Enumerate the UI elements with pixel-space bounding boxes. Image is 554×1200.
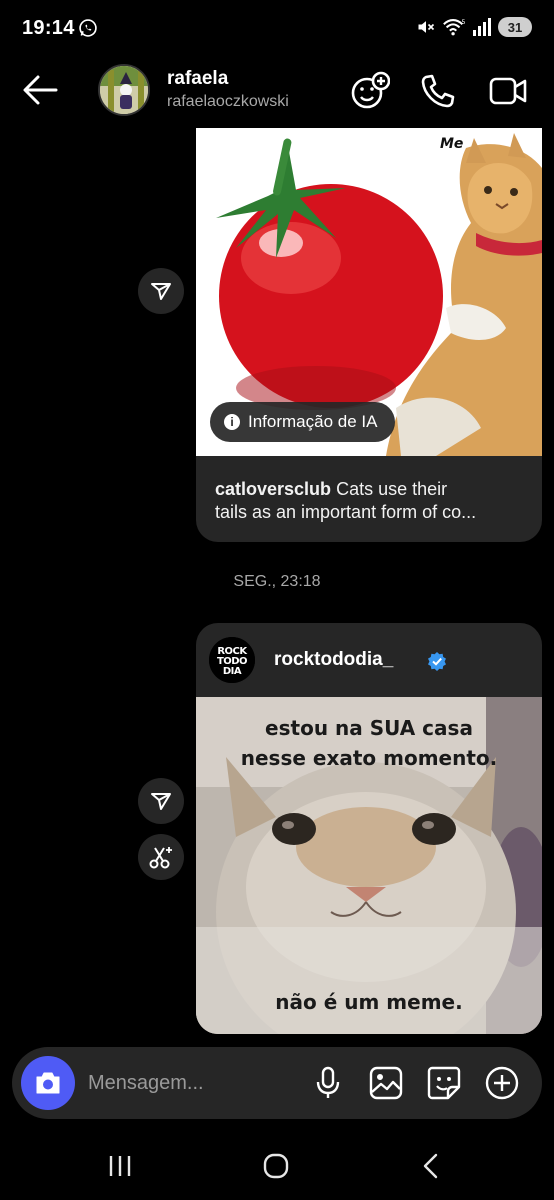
shared-post-catloversclub[interactable]: Me i Informação de IA catloversclub Cats… (196, 128, 542, 542)
share-button-2[interactable] (138, 778, 184, 824)
video-icon[interactable] (488, 71, 528, 111)
status-bar: 19:14 5 31 (0, 0, 554, 58)
avatar[interactable] (98, 64, 150, 116)
share-icon (151, 283, 171, 300)
share-button[interactable] (138, 268, 184, 314)
timestamp-divider: SEG., 23:18 (0, 573, 554, 591)
whatsapp-icon (79, 19, 97, 37)
post-header[interactable]: ROCK TODO DIA rocktododia_ (196, 623, 542, 697)
info-icon: i (224, 414, 240, 430)
image-label: Me (440, 136, 463, 152)
share-icon (151, 793, 171, 810)
status-icons: 5 31 (416, 17, 532, 37)
status-time: 19:14 (22, 17, 75, 39)
caption-username: catloversclub (215, 479, 332, 499)
post-username[interactable]: rocktododia_ (274, 649, 393, 671)
caption-text-1: Cats use their (331, 479, 448, 499)
svg-text:DIA: DIA (223, 666, 242, 677)
cut-icon (149, 847, 172, 869)
wifi-icon: 5 (443, 18, 465, 36)
back-nav-icon[interactable] (412, 1150, 452, 1182)
contact-handle[interactable]: rafaelaoczkowski (167, 93, 289, 111)
sticker-plus-icon[interactable] (350, 71, 390, 111)
meme-top-line-1: estou na SUA casa (265, 716, 473, 740)
meme-image[interactable]: estou na SUA casa nesse exato momento. n… (196, 697, 542, 1034)
battery-indicator: 31 (498, 17, 532, 37)
camera-button[interactable] (21, 1056, 75, 1110)
back-arrow-icon[interactable] (20, 72, 60, 108)
verified-badge-icon (428, 652, 446, 671)
message-composer (12, 1047, 542, 1119)
meme-top-line-2: nesse exato momento. (240, 746, 498, 770)
ai-info-label: Informação de IA (248, 412, 378, 431)
caption-text-2: tails as an important form of co... (215, 502, 477, 522)
gallery-icon[interactable] (368, 1065, 404, 1101)
rocktododia-logo: ROCK TODO DIA (209, 637, 255, 683)
timestamp-text: SEG., 23:18 (233, 573, 321, 590)
meme-bottom-text: não é um meme. (275, 990, 463, 1014)
sticker-icon[interactable] (426, 1065, 462, 1101)
post-image[interactable]: Me i Informação de IA (196, 128, 542, 456)
camera-icon (36, 1072, 60, 1094)
svg-text:5: 5 (461, 18, 465, 26)
signal-icon (473, 18, 491, 36)
mute-icon (418, 21, 435, 33)
chat-header: rafaela rafaelaoczkowski (0, 58, 554, 124)
shared-post-rocktododia[interactable]: ROCK TODO DIA rocktododia_ estou na SUA … (196, 623, 542, 1034)
system-nav-bar (0, 1130, 554, 1200)
ai-info-badge[interactable]: i Informação de IA (210, 402, 396, 442)
message-input[interactable] (88, 1069, 288, 1097)
post-caption[interactable]: catloversclub Cats use their tails as an… (215, 478, 527, 524)
phone-icon[interactable] (418, 71, 458, 111)
recents-icon[interactable] (100, 1150, 140, 1182)
cut-button[interactable] (138, 834, 184, 880)
microphone-icon[interactable] (310, 1065, 346, 1101)
add-icon[interactable] (484, 1065, 520, 1101)
contact-name[interactable]: rafaela (167, 68, 228, 90)
home-icon[interactable] (256, 1150, 296, 1182)
